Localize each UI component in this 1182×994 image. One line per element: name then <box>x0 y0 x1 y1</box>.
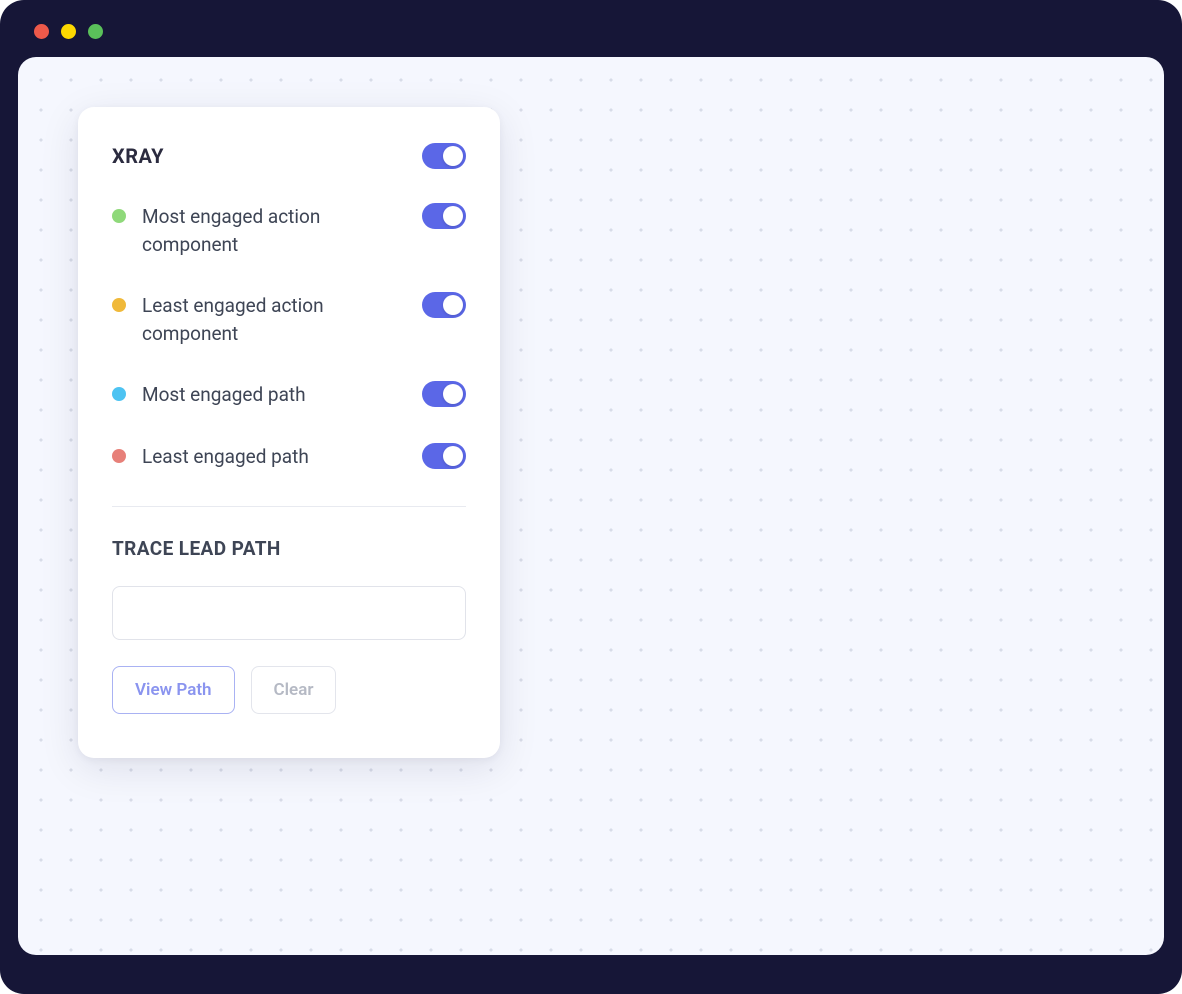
legend-dot-least-engaged-path <box>112 449 126 463</box>
xray-main-toggle[interactable] <box>422 143 466 169</box>
clear-button[interactable]: Clear <box>251 666 337 714</box>
traffic-lights <box>18 18 1164 57</box>
xray-panel: XRAY Most engaged action component Least… <box>78 107 500 758</box>
toggle-least-engaged-action[interactable] <box>422 292 466 318</box>
window-frame: XRAY Most engaged action component Least… <box>0 0 1182 994</box>
toggle-list: Most engaged action component Least enga… <box>112 203 466 470</box>
legend-dot-most-engaged-action <box>112 209 126 223</box>
view-path-button[interactable]: View Path <box>112 666 235 714</box>
toggle-label: Most engaged action component <box>142 203 382 258</box>
trace-section-title: TRACE LEAD PATH <box>112 537 466 560</box>
toggle-least-engaged-path[interactable] <box>422 443 466 469</box>
legend-dot-least-engaged-action <box>112 298 126 312</box>
trace-lead-input[interactable] <box>112 586 466 640</box>
toggle-label: Least engaged action component <box>142 292 382 347</box>
toggle-most-engaged-path[interactable] <box>422 381 466 407</box>
legend-dot-most-engaged-path <box>112 387 126 401</box>
viewport-canvas: XRAY Most engaged action component Least… <box>18 57 1164 955</box>
panel-header: XRAY <box>112 143 466 169</box>
maximize-icon[interactable] <box>88 24 103 39</box>
view-path-button-label: View Path <box>135 680 212 700</box>
trace-button-row: View Path Clear <box>112 666 466 714</box>
toggle-row-least-engaged-action: Least engaged action component <box>112 292 466 347</box>
minimize-icon[interactable] <box>61 24 76 39</box>
clear-button-label: Clear <box>274 680 314 700</box>
panel-title: XRAY <box>112 144 164 168</box>
close-icon[interactable] <box>34 24 49 39</box>
toggle-most-engaged-action[interactable] <box>422 203 466 229</box>
divider <box>112 506 466 507</box>
toggle-row-most-engaged-action: Most engaged action component <box>112 203 466 258</box>
toggle-label: Least engaged path <box>142 443 309 471</box>
toggle-row-least-engaged-path: Least engaged path <box>112 443 466 471</box>
toggle-row-most-engaged-path: Most engaged path <box>112 381 466 409</box>
toggle-label: Most engaged path <box>142 381 306 409</box>
